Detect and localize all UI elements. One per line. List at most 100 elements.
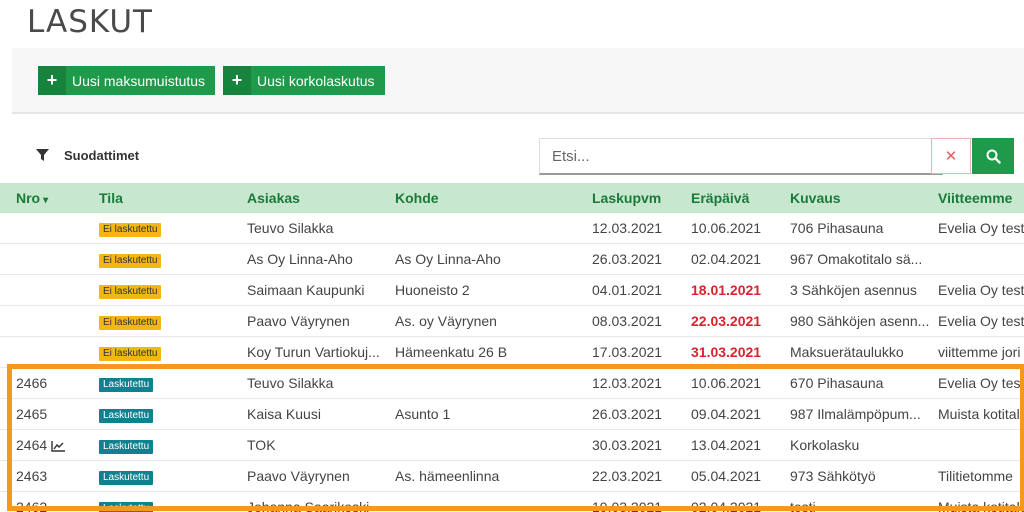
cell-asiakas: As Oy Linna-Aho [247, 243, 395, 275]
column-header-kuvaus[interactable]: Kuvaus [790, 183, 938, 213]
cell-laskupvm: 12.03.2021 [592, 213, 691, 244]
column-header-erapaiva[interactable]: Eräpäivä [691, 183, 790, 213]
cell-kuvaus: 706 Pihasauna [790, 213, 938, 244]
new-reminder-label: Uusi maksumuistutus [72, 72, 206, 89]
new-interest-invoice-label: Uusi korkolaskutus [257, 72, 375, 89]
filter-icon [36, 149, 49, 161]
status-badge: Laskutettu [99, 471, 154, 485]
new-reminder-button[interactable]: + Uusi maksumuistutus [38, 66, 216, 95]
cell-asiakas: Saimaan Kaupunki [247, 274, 395, 306]
column-header-viitteemme[interactable]: Viitteemme [938, 183, 1024, 213]
column-header-tila[interactable]: Tila [99, 183, 247, 213]
cell-tila: Ei laskutettu [99, 305, 247, 337]
cell-erapaiva: 22.03.2021 [691, 305, 790, 337]
cell-nro: 2465 [0, 398, 99, 430]
cell-kuvaus: testi [790, 491, 938, 512]
cell-kohde: Asunto 1 [395, 398, 592, 430]
cell-asiakas: Koy Turun Vartiokuj... [247, 336, 395, 368]
cell-viitteemme: Evelia Oy testi [938, 367, 1024, 399]
cell-kuvaus: 980 Sähköjen asenn... [790, 305, 938, 337]
action-panel: + Uusi maksumuistutus + Uusi korkolaskut… [12, 48, 1024, 114]
cell-erapaiva: 10.06.2021 [691, 367, 790, 399]
table-row[interactable]: 2464 Laskutettu TOK 30.03.2021 13.04.2021 Kor… [0, 429, 1024, 461]
cell-viitteemme: Tilitietomme [938, 460, 1024, 492]
status-badge: Laskutettu [99, 378, 154, 392]
column-header-kohde[interactable]: Kohde [395, 183, 592, 213]
cell-tila: Laskutettu [99, 429, 247, 461]
cell-laskupvm: 08.03.2021 [592, 305, 691, 337]
cell-asiakas: Kaisa Kuusi [247, 398, 395, 430]
status-badge: Ei laskutettu [99, 223, 162, 237]
table-row[interactable]: Ei laskutettu Koy Turun Vartiokuj... Hämee… [0, 336, 1024, 368]
sort-desc-icon: ▾ [43, 195, 49, 206]
cell-kohde [395, 491, 592, 512]
clear-search-button[interactable]: ✕ [931, 138, 971, 174]
cell-viitteemme: Evelia Oy testi [938, 213, 1024, 244]
table-row[interactable]: Ei laskutettu Saimaan Kaupunki Huoneisto 2… [0, 274, 1024, 306]
cell-kuvaus: 967 Omakotitalo sä... [790, 243, 938, 275]
cell-tila: Laskutettu [99, 460, 247, 492]
cell-kohde [395, 367, 592, 399]
cell-tila: Ei laskutettu [99, 274, 247, 306]
cell-nro: 2466 [0, 367, 99, 399]
cell-nro [0, 243, 99, 275]
cell-erapaiva: 31.03.2021 [691, 336, 790, 368]
cell-erapaiva: 09.04.2021 [691, 398, 790, 430]
cell-viitteemme: Evelia Oy testi [938, 305, 1024, 337]
cell-asiakas: Paavo Väyrynen [247, 460, 395, 492]
cell-kuvaus: 987 Ilmalämpöpum... [790, 398, 938, 430]
cell-laskupvm: 19.03.2021 [592, 491, 691, 512]
column-header-asiakas[interactable]: Asiakas [247, 183, 395, 213]
cell-nro: 2463 [0, 460, 99, 492]
cell-tila: Laskutettu [99, 398, 247, 430]
table-header-row: Nro ▾ Tila Asiakas Kohde Laskupvm Eräpäiv… [0, 183, 1024, 213]
filters-toggle[interactable]: Suodattimet [36, 148, 139, 163]
cell-kohde [395, 429, 592, 461]
table-row[interactable]: 2462 Laskutettu Johanna Saarikoski 19.03.20… [0, 491, 1024, 512]
close-icon: ✕ [944, 148, 958, 165]
cell-laskupvm: 30.03.2021 [592, 429, 691, 461]
table-row[interactable]: 2463 Laskutettu Paavo Väyrynen As. hämeenli… [0, 460, 1024, 492]
cell-tila: Ei laskutettu [99, 213, 247, 244]
status-badge: Laskutettu [99, 502, 154, 512]
status-badge: Ei laskutettu [99, 285, 162, 299]
cell-kuvaus: 3 Sähköjen asennus [790, 274, 938, 306]
cell-asiakas: Johanna Saarikoski [247, 491, 395, 512]
cell-kuvaus: 670 Pihasauna [790, 367, 938, 399]
search-button[interactable] [972, 138, 1014, 174]
cell-laskupvm: 26.03.2021 [592, 398, 691, 430]
cell-nro: 2462 [0, 491, 99, 512]
search-input[interactable] [539, 138, 943, 175]
cell-laskupvm: 17.03.2021 [592, 336, 691, 368]
column-header-nro[interactable]: Nro ▾ [0, 183, 99, 213]
invoice-table: Nro ▾ Tila Asiakas Kohde Laskupvm Eräpäiv… [0, 183, 1024, 512]
cell-kohde: As Oy Linna-Aho [395, 243, 592, 275]
cell-asiakas: Paavo Väyrynen [247, 305, 395, 337]
table-row[interactable]: Ei laskutettu Teuvo Silakka 12.03.2021 10.0… [0, 213, 1024, 244]
cell-erapaiva: 18.01.2021 [691, 274, 790, 306]
status-badge: Ei laskutettu [99, 254, 162, 268]
column-header-laskupvm[interactable]: Laskupvm [592, 183, 691, 213]
table-row[interactable]: Ei laskutettu Paavo Väyrynen As. oy Väyryn… [0, 305, 1024, 337]
filters-label: Suodattimet [64, 148, 140, 163]
chart-line-icon [51, 440, 66, 452]
cell-viitteemme [938, 429, 1024, 461]
cell-laskupvm: 22.03.2021 [592, 460, 691, 492]
cell-erapaiva: 02.04.2021 [691, 243, 790, 275]
status-badge: Ei laskutettu [99, 316, 162, 330]
cell-erapaiva: 13.04.2021 [691, 429, 790, 461]
table-row[interactable]: Ei laskutettu As Oy Linna-Aho As Oy Linna-… [0, 243, 1024, 275]
cell-tila: Ei laskutettu [99, 243, 247, 275]
cell-nro: 2464 [0, 429, 99, 461]
cell-viitteemme: Muista kotitalo [938, 398, 1024, 430]
page-title: LASKUT [27, 4, 153, 40]
cell-kuvaus: 973 Sähkötyö [790, 460, 938, 492]
table-row[interactable]: 2466 Laskutettu Teuvo Silakka 12.03.2021 10.… [0, 367, 1024, 399]
cell-erapaiva: 05.04.2021 [691, 460, 790, 492]
cell-asiakas: Teuvo Silakka [247, 213, 395, 244]
cell-asiakas: Teuvo Silakka [247, 367, 395, 399]
cell-kuvaus: Korkolasku [790, 429, 938, 461]
cell-kohde: Hämeenkatu 26 B [395, 336, 592, 368]
table-row[interactable]: 2465 Laskutettu Kaisa Kuusi Asunto 1 26.03.2… [0, 398, 1024, 430]
new-interest-invoice-button[interactable]: + Uusi korkolaskutus [223, 66, 385, 95]
